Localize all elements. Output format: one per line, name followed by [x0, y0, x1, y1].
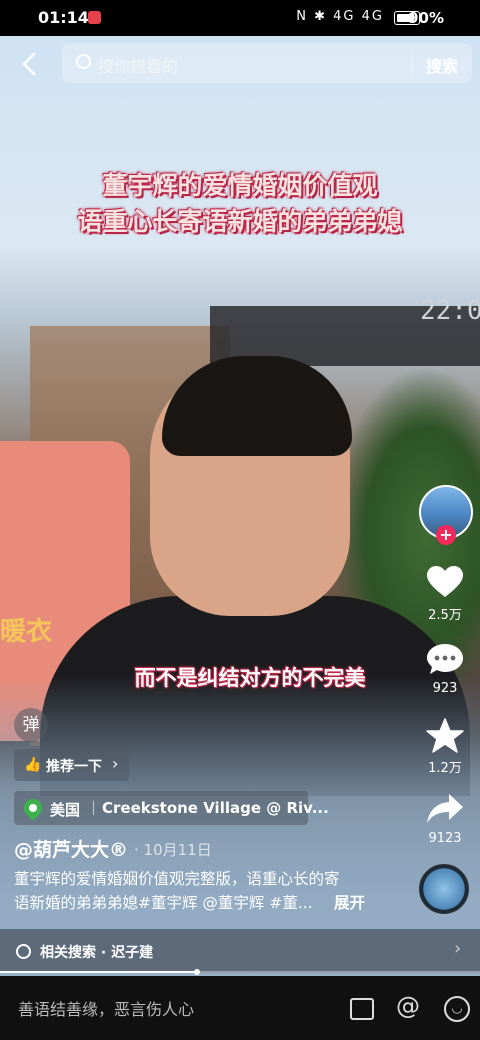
- description-line1: 董宇辉的爱情婚姻价值观完整版，语重心长的寄: [14, 870, 340, 888]
- search-icon: [16, 944, 31, 959]
- comment-icon: [427, 644, 463, 674]
- video-clock: 22:0: [420, 296, 480, 326]
- expand-button[interactable]: 展开: [334, 891, 365, 913]
- chevron-right-icon: ›: [112, 754, 119, 773]
- status-bar: 01:14 N ✱ 4G 4G 90%: [0, 0, 480, 36]
- like-count: 2.5万: [428, 608, 462, 623]
- recommend-button[interactable]: 👍 推荐一下 ›: [14, 749, 129, 781]
- heart-icon: [427, 566, 463, 597]
- search-button[interactable]: 搜索: [426, 53, 458, 77]
- location-pin-icon: [20, 795, 46, 821]
- video-title-caption: 董宇辉的爱情婚姻价值观 语重心长寄语新婚的弟弟弟媳: [0, 168, 480, 240]
- search-input[interactable]: 搜你想看的: [98, 53, 178, 77]
- progress-handle[interactable]: [193, 969, 200, 975]
- progress-fill: [0, 971, 197, 973]
- search-divider: [411, 53, 412, 73]
- status-time: 01:14: [38, 8, 89, 27]
- comment-button[interactable]: [415, 642, 475, 680]
- back-button[interactable]: [18, 50, 42, 78]
- status-icons: N ✱ 4G 4G: [296, 9, 384, 24]
- recommend-label: 推荐一下: [46, 759, 102, 775]
- danmu-toggle[interactable]: 弹: [14, 708, 48, 742]
- location-divider: [93, 801, 94, 815]
- description-line2[interactable]: 语新婚的弟弟弟媳#董宇辉 @董宇辉 #董...: [14, 891, 374, 915]
- chevron-right-icon: ›: [454, 938, 462, 959]
- favorite-count: 1.2万: [428, 761, 462, 776]
- thumbs-up-icon: 👍: [24, 757, 42, 773]
- video-subtitle: 而不是纠结对方的不完美: [134, 666, 366, 690]
- video-shirt-text: 暖衣: [0, 617, 53, 647]
- author-name[interactable]: @葫芦大大®: [14, 835, 128, 862]
- mention-icon[interactable]: @: [396, 992, 420, 1020]
- comment-input[interactable]: 善语结善缘，恶言伤人心: [18, 996, 194, 1020]
- share-button[interactable]: [415, 792, 475, 830]
- music-disc[interactable]: [419, 864, 469, 914]
- comment-bar: 善语结善缘，恶言伤人心 @ ◡: [0, 976, 480, 1040]
- video-title-line1: 董宇辉的爱情婚姻价值观: [102, 171, 378, 200]
- like-button[interactable]: [415, 565, 475, 603]
- post-description: 董宇辉的爱情婚姻价值观完整版，语重心长的寄 语新婚的弟弟弟媳#董宇辉 @董宇辉 …: [14, 867, 374, 915]
- image-icon[interactable]: [350, 998, 374, 1020]
- star-icon: [426, 718, 464, 753]
- battery-percent: 90%: [408, 9, 444, 27]
- video-title-line2: 语重心长寄语新婚的弟弟弟媳: [77, 207, 403, 236]
- location-tag[interactable]: 美国 Creekstone Village @ Riv...: [14, 791, 329, 825]
- location-place: Creekstone Village @ Riv...: [102, 799, 329, 817]
- video-progress-bar[interactable]: [0, 969, 480, 975]
- post-date: · 10月11日: [134, 841, 212, 859]
- favorite-button[interactable]: [415, 718, 475, 758]
- share-count: 9123: [428, 831, 462, 846]
- related-search-bar[interactable]: 相关搜索 · 迟子建 ›: [0, 929, 480, 973]
- search-icon: [76, 54, 91, 69]
- location-country: 美国: [50, 801, 81, 819]
- comment-count: 923: [432, 681, 458, 696]
- share-arrow-icon: [427, 794, 463, 823]
- follow-plus-icon[interactable]: +: [436, 525, 456, 545]
- emoji-icon[interactable]: ◡: [444, 996, 470, 1022]
- search-bar[interactable]: 搜你想看的 搜索: [62, 43, 472, 83]
- notification-icon: [88, 11, 101, 24]
- related-search-text: 相关搜索 · 迟子建: [40, 945, 154, 961]
- back-arrow-icon: [22, 52, 36, 76]
